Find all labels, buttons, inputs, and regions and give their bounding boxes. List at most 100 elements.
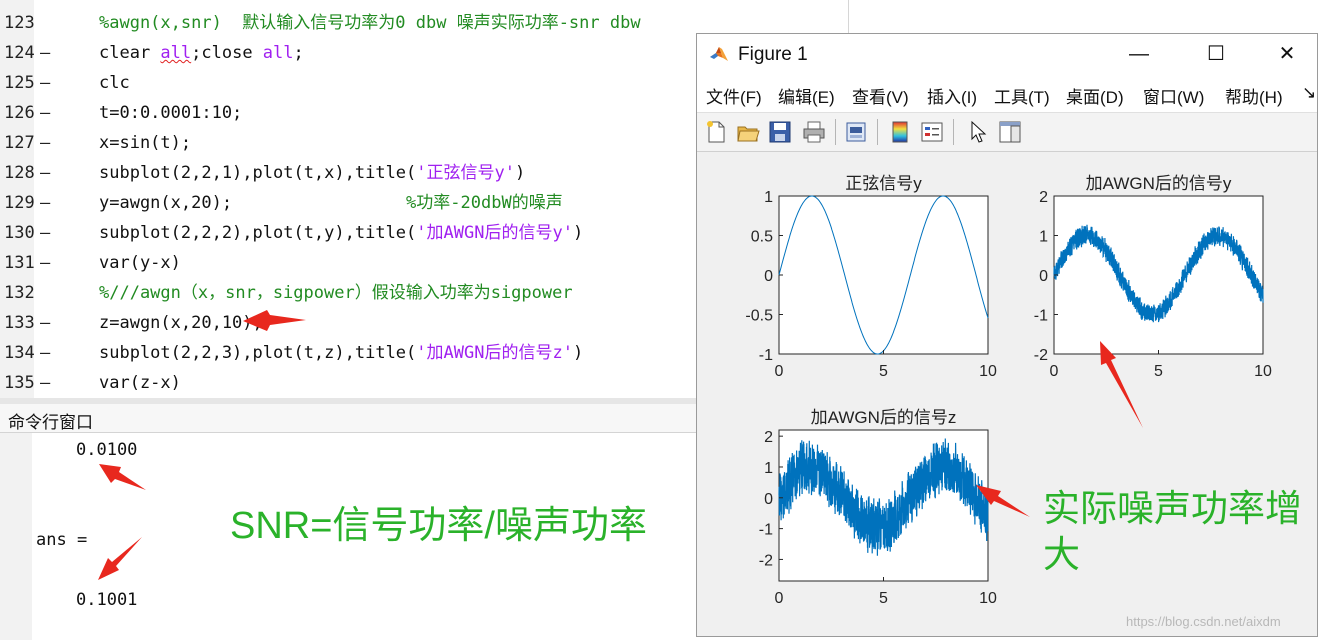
x-tick-label: 10 <box>979 363 997 380</box>
code-text: subplot(2,2,2),plot(t,y),title('加AWGN后的信… <box>99 218 583 248</box>
snr-annotation: SNR=信号功率/噪声功率 <box>230 505 647 547</box>
legend-icon[interactable] <box>919 119 945 145</box>
code-text: %awgn(x,snr) 默认输入信号功率为0 dbw 噪声实际功率-snr d… <box>99 8 641 38</box>
menu-insert[interactable]: 插入(I) <box>927 83 977 108</box>
close-button[interactable]: ✕ <box>1273 40 1301 68</box>
y-tick-label: 2 <box>1039 189 1048 206</box>
line-number: 127 <box>4 133 35 153</box>
figure-canvas[interactable]: 0 5 10 1 0.5 0 -0.5 -1 正弦信号y 0 5 10 2 1 0 -1 -2 加AWGN后的信号… <box>697 152 1317 636</box>
pointer-icon[interactable] <box>965 119 991 145</box>
menu-window[interactable]: 窗口(W) <box>1143 83 1204 108</box>
x-tick-label: 0 <box>775 590 784 607</box>
print-preview-icon[interactable] <box>843 119 869 145</box>
x-tick-label: 0 <box>1050 363 1059 380</box>
code-text: t=0:0.0001:10; <box>99 98 242 128</box>
noise-annotation-line-2: 大 <box>1043 534 1080 575</box>
figure-titlebar[interactable]: Figure 1 — ☐ ✕ <box>697 34 1317 74</box>
y-tick-label: -1 <box>759 347 773 364</box>
maximize-button[interactable]: ☐ <box>1202 40 1230 68</box>
line-number: 134 <box>4 343 35 363</box>
command-output-value: 0.1001 <box>76 590 138 610</box>
figure-menubar: 文件(F) 编辑(E) 查看(V) 插入(I) 工具(T) 桌面(D) 窗口(W… <box>697 74 1317 112</box>
breakpoint-marker[interactable]: — <box>40 68 50 98</box>
breakpoint-marker[interactable]: — <box>40 218 50 248</box>
subplots[interactable]: 0 5 1010.50-0.5-1正弦信号y0 5 10210-1-2加AWGN后的信号… <box>697 152 1317 636</box>
menu-overflow-icon[interactable]: ↘ <box>1302 83 1316 103</box>
menu-help[interactable]: 帮助(H) <box>1225 83 1283 108</box>
breakpoint-marker[interactable]: — <box>40 188 50 218</box>
breakpoint-marker[interactable]: — <box>40 308 50 338</box>
menu-view[interactable]: 查看(V) <box>852 83 909 108</box>
x-tick-label: 10 <box>1254 363 1272 380</box>
code-token: '正弦信号y' <box>416 163 515 183</box>
code-text: var(z-x) <box>99 368 181 398</box>
breakpoint-marker[interactable]: — <box>40 368 50 398</box>
code-text: x=sin(t); <box>99 128 191 158</box>
line-number: 128 <box>4 163 35 183</box>
breakpoint-marker[interactable]: — <box>40 338 50 368</box>
breakpoint-marker[interactable]: — <box>40 248 50 278</box>
menu-tools[interactable]: 工具(T) <box>994 83 1050 108</box>
y-tick-label: 0 <box>764 491 773 508</box>
y-tick-label: -1 <box>1034 308 1048 325</box>
code-text: var(y-x) <box>99 248 181 278</box>
y-tick-label: 0.5 <box>751 229 773 246</box>
command-output-ans: ans = <box>36 530 88 550</box>
code-token: clc <box>99 73 130 93</box>
breakpoint-marker[interactable]: — <box>40 158 50 188</box>
toolbar-separator <box>953 119 954 145</box>
y-tick-label: -2 <box>759 552 773 569</box>
axes-box <box>778 195 989 355</box>
x-tick-label: 5 <box>879 590 888 607</box>
subplot-title: 正弦信号y <box>845 174 922 193</box>
save-icon[interactable] <box>767 119 793 145</box>
y-tick-label: 0 <box>764 268 773 285</box>
watermark: https://blog.csdn.net/aixdm <box>1126 614 1281 629</box>
code-token: y=awgn(x,20); <box>99 193 407 213</box>
code-token: %///awgn（x，snr，sigpower）假设输入功率为sigpower <box>99 283 573 303</box>
code-token: x=sin(t); <box>99 133 192 153</box>
code-token: ;close <box>191 43 263 63</box>
new-figure-icon[interactable] <box>703 119 729 145</box>
figure-window[interactable]: Figure 1 — ☐ ✕ 文件(F) 编辑(E) 查看(V) 插入(I) 工… <box>696 33 1318 637</box>
code-token: %awgn(x,snr) 默认输入信号功率为0 dbw 噪声实际功率-snr d… <box>99 13 641 33</box>
menu-edit[interactable]: 编辑(E) <box>778 83 835 108</box>
line-number: 129 <box>4 193 35 213</box>
line-number: 124 <box>4 43 35 63</box>
subplot-title: 加AWGN后的信号z <box>811 408 957 427</box>
noise-annotation-line-1: 实际噪声功率增 <box>1043 488 1302 529</box>
breakpoint-marker[interactable]: — <box>40 38 50 68</box>
code-token: '加AWGN后的信号y' <box>416 223 573 243</box>
open-file-icon[interactable] <box>735 119 761 145</box>
figure-toolbar <box>697 112 1317 152</box>
code-text: clc <box>99 68 130 98</box>
line-number: 132 <box>4 283 35 303</box>
breakpoint-marker[interactable]: — <box>40 128 50 158</box>
property-editor-icon[interactable] <box>997 119 1023 145</box>
code-token: subplot(2,2,2),plot(t,y),title( <box>99 223 417 243</box>
code-token: ) <box>572 223 584 243</box>
code-text: %///awgn（x，snr，sigpower）假设输入功率为sigpower <box>99 278 573 308</box>
colorbar-icon[interactable] <box>887 119 913 145</box>
command-window-gutter <box>0 433 32 640</box>
code-token: ; <box>293 43 304 63</box>
code-text: subplot(2,2,1),plot(t,x),title('正弦信号y') <box>99 158 525 188</box>
line-number: 131 <box>4 253 35 273</box>
code-token: ) <box>515 163 526 183</box>
y-tick-label: 0 <box>1039 268 1048 285</box>
breakpoint-marker[interactable]: — <box>40 98 50 128</box>
x-tick-label: 5 <box>879 363 888 380</box>
menu-desktop[interactable]: 桌面(D) <box>1066 83 1124 108</box>
code-token: var(z-x) <box>99 373 181 393</box>
y-tick-label: -0.5 <box>745 308 773 325</box>
axes-box <box>1053 195 1264 355</box>
menu-file[interactable]: 文件(F) <box>706 83 762 108</box>
code-text: z=awgn(x,20,10); <box>99 308 263 338</box>
subplot-2: 0 5 10210-1-2加AWGN后的信号y <box>1034 174 1272 380</box>
code-text: y=awgn(x,20); %功率-20dbW的噪声 <box>99 188 563 218</box>
y-tick-label: 1 <box>1039 229 1048 246</box>
print-icon[interactable] <box>801 119 827 145</box>
command-window-title: 命令行窗口 <box>8 413 93 432</box>
code-token: subplot(2,2,1),plot(t,x),title( <box>99 163 417 183</box>
minimize-button[interactable]: — <box>1125 40 1153 68</box>
